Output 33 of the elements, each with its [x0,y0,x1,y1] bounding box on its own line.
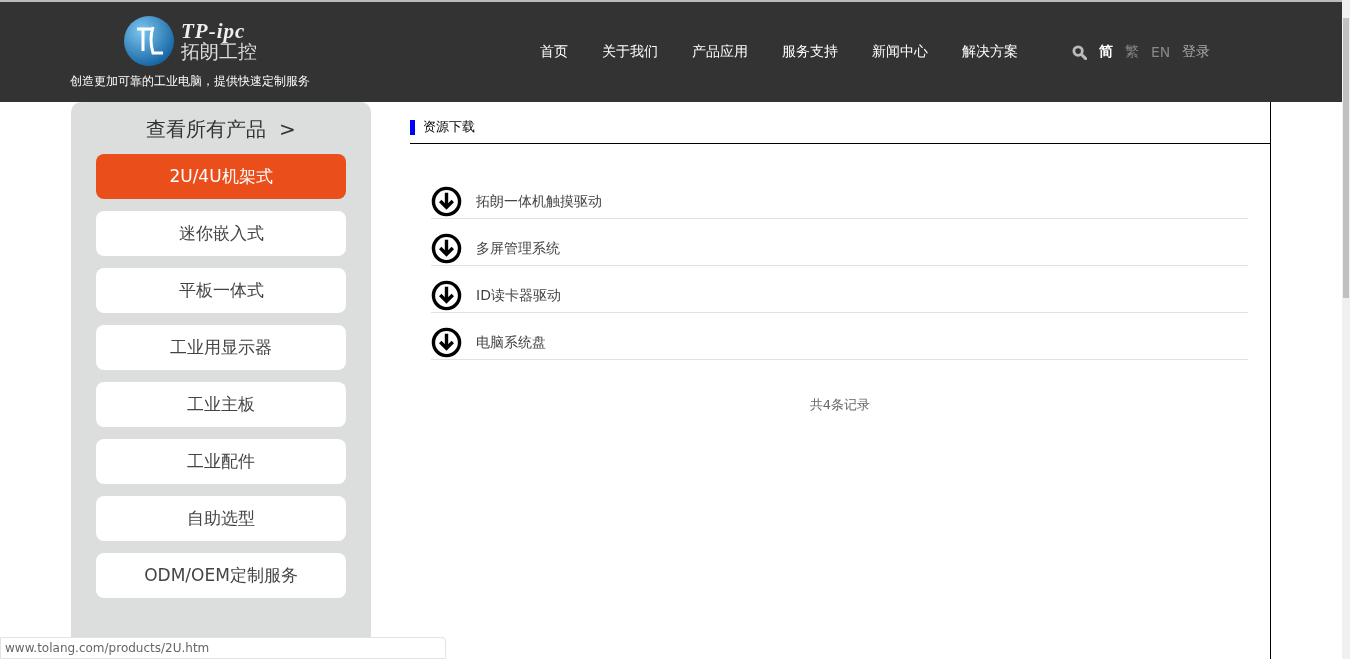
login-link[interactable]: 登录 [1182,43,1211,61]
download-link[interactable]: 多屏管理系统 [476,239,560,258]
download-link[interactable]: 拓朗一体机触摸驱动 [476,192,602,211]
language-link[interactable]: 简 [1099,43,1113,61]
category-button[interactable]: 迷你嵌入式 [96,211,346,256]
sidebar-title-link[interactable]: 查看所有产品 > [146,116,296,143]
section-title: 资源下载 [423,118,475,136]
status-bar-url: www.tolang.com/products/2U.htm [0,637,446,659]
section-marker [410,119,415,135]
nav-link[interactable]: 关于我们 [602,43,658,61]
language-link[interactable]: 繁 [1125,43,1139,61]
category-button[interactable]: 工业主板 [96,382,346,427]
nav-link[interactable]: 产品应用 [692,43,748,61]
language-link[interactable]: EN [1151,44,1171,60]
download-link[interactable]: 电脑系统盘 [476,333,546,352]
logo-text: TP-ipc [181,20,246,42]
record-count: 共4条记录 [809,396,871,414]
search-icon[interactable] [1072,44,1087,60]
logo-icon [123,14,175,67]
nav-link[interactable]: 服务支持 [782,43,838,61]
category-button[interactable]: 平板一体式 [96,268,346,313]
category-button[interactable]: 2U/4U机架式 [96,154,346,199]
scrollbar-thumb[interactable] [1343,18,1349,298]
category-button[interactable]: 工业配件 [96,439,346,484]
category-button[interactable]: 自助选型 [96,496,346,541]
category-button[interactable]: 工业用显示器 [96,325,346,370]
nav-link[interactable]: 解决方案 [962,43,1018,61]
nav-link[interactable]: 首页 [540,43,568,61]
nav-link[interactable]: 新闻中心 [872,43,928,61]
slogan: 创造更加可靠的工业电脑，提供快速定制服务 [70,72,310,90]
download-link[interactable]: ID读卡器驱动 [476,286,561,305]
category-button[interactable]: ODM/OEM定制服务 [96,553,346,598]
scrollbar[interactable] [1342,0,1350,659]
